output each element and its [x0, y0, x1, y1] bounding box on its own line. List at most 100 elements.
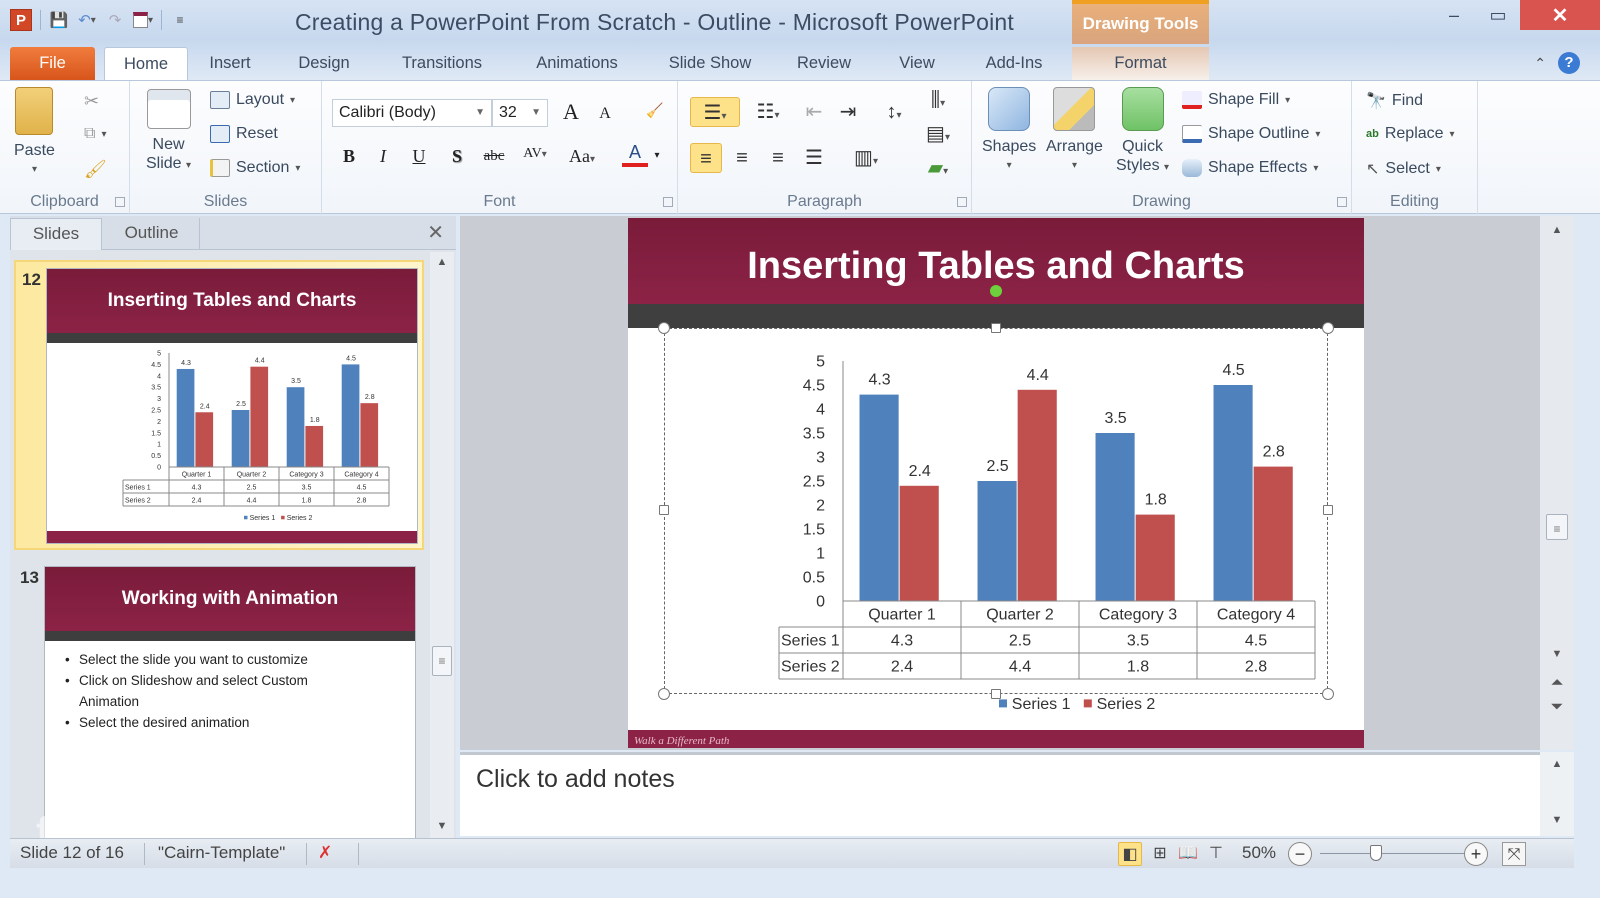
font-name-combo[interactable]: Calibri (Body) ▼: [332, 99, 492, 127]
grow-font-button[interactable]: A: [558, 99, 584, 125]
decrease-indent-button[interactable]: ⇤: [798, 97, 830, 127]
slide-layout-icon[interactable]: ▾: [133, 10, 153, 30]
scroll-thumb[interactable]: ≡: [432, 646, 452, 676]
font-size-combo[interactable]: 32 ▼: [492, 99, 548, 127]
drawing-dialog-launcher[interactable]: [1337, 197, 1347, 207]
help-icon[interactable]: ?: [1558, 52, 1580, 74]
line-spacing-button[interactable]: ↕▾: [874, 97, 914, 127]
scroll-up-icon[interactable]: ▲: [430, 256, 454, 268]
font-color-dropdown-icon[interactable]: ▾: [650, 143, 664, 169]
layout-button[interactable]: Layout ▾: [210, 91, 295, 109]
paste-dropdown-icon[interactable]: ▾: [32, 160, 37, 179]
zoom-level[interactable]: 50%: [1242, 843, 1276, 863]
reading-view-button[interactable]: 📖: [1176, 842, 1200, 866]
new-slide-button[interactable]: New Slide ▾: [146, 89, 191, 175]
character-spacing-button[interactable]: AV▾: [518, 141, 552, 167]
replace-button[interactable]: ab Replace ▾: [1366, 125, 1455, 143]
shapes-button[interactable]: Shapes ▾: [982, 87, 1036, 175]
columns-button[interactable]: ▥▾: [846, 143, 886, 173]
previous-slide-icon[interactable]: ⏶: [1540, 674, 1574, 691]
format-painter-button[interactable]: 🖌: [84, 159, 107, 180]
powerpoint-app-icon[interactable]: P: [10, 9, 32, 31]
resize-handle-e[interactable]: [1323, 505, 1333, 515]
paste-button[interactable]: Paste ▾: [14, 87, 55, 179]
tab-home[interactable]: Home: [104, 47, 188, 80]
cut-button[interactable]: ✂: [84, 91, 99, 112]
close-pane-icon[interactable]: ✕: [427, 220, 444, 245]
notes-scrollbar[interactable]: ▲ ▼: [1540, 752, 1574, 836]
tab-insert[interactable]: Insert: [200, 47, 260, 80]
slide-sorter-button[interactable]: ⊞: [1148, 842, 1172, 866]
slide-scrollbar[interactable]: ▲ ≡ ▼ ⏶ ⏷: [1540, 216, 1574, 750]
reset-button[interactable]: Reset: [210, 125, 278, 143]
resize-handle-se[interactable]: [1322, 688, 1334, 700]
chart[interactable]: 0 0.5 1 1.5 2 2.5 3 3.5 4 4.5 5 4.3 2.4 2.5 4.4 3.5 1.8 4…: [665, 329, 1329, 719]
scroll-thumb[interactable]: ≡: [1546, 514, 1568, 540]
select-button[interactable]: ↖ Select ▾: [1366, 159, 1441, 179]
maximize-button[interactable]: ▭: [1476, 0, 1520, 30]
paragraph-dialog-launcher[interactable]: [957, 197, 967, 207]
shape-fill-button[interactable]: Shape Fill ▾: [1182, 91, 1290, 109]
scroll-up-icon[interactable]: ▲: [1540, 758, 1574, 770]
theme-name[interactable]: "Cairn-Template": [158, 843, 285, 863]
underline-button[interactable]: U: [406, 143, 432, 169]
customize-toolbar-icon[interactable]: ≡: [170, 10, 190, 30]
align-right-button[interactable]: ≡: [762, 143, 794, 173]
notes-placeholder[interactable]: Click to add notes: [476, 765, 675, 794]
tab-format[interactable]: Format: [1072, 47, 1209, 80]
tab-slides[interactable]: Slides: [10, 218, 102, 250]
scroll-down-icon[interactable]: ▼: [1540, 648, 1574, 660]
find-button[interactable]: 🔭 Find: [1366, 91, 1423, 111]
spell-check-icon[interactable]: ✗: [318, 843, 332, 863]
bullets-button[interactable]: ☰▾: [690, 97, 740, 127]
rotate-handle[interactable]: [990, 285, 1002, 297]
minimize-ribbon-icon[interactable]: ⌃: [1534, 55, 1546, 72]
slideshow-view-button[interactable]: ⊤: [1204, 842, 1228, 866]
zoom-slider[interactable]: [1320, 845, 1480, 861]
quick-styles-button[interactable]: Quick Styles ▾: [1116, 87, 1169, 177]
section-button[interactable]: Section ▾: [210, 159, 300, 177]
minimize-button[interactable]: –: [1432, 0, 1476, 30]
font-dialog-launcher[interactable]: [663, 197, 673, 207]
resize-handle-w[interactable]: [659, 505, 669, 515]
scroll-down-icon[interactable]: ▼: [1540, 814, 1574, 826]
slide-thumbnail-13[interactable]: 13 Working with Animation Select the sli…: [14, 560, 424, 838]
resize-handle-n[interactable]: [991, 323, 1001, 333]
resize-handle-nw[interactable]: [658, 322, 670, 334]
numbering-button[interactable]: ☷▾: [748, 97, 788, 127]
resize-handle-ne[interactable]: [1322, 322, 1334, 334]
next-slide-icon[interactable]: ⏷: [1540, 698, 1574, 715]
tab-animations[interactable]: Animations: [522, 47, 632, 80]
convert-smartart-button[interactable]: ▰▾: [918, 153, 958, 183]
scroll-down-icon[interactable]: ▼: [430, 820, 454, 832]
save-icon[interactable]: 💾: [49, 10, 69, 30]
zoom-in-button[interactable]: +: [1464, 842, 1488, 866]
normal-view-button[interactable]: ◧: [1118, 842, 1142, 866]
tab-add-ins[interactable]: Add-Ins: [976, 47, 1052, 80]
increase-indent-button[interactable]: ⇥: [832, 97, 864, 127]
notes-pane[interactable]: Click to add notes: [460, 752, 1540, 836]
slide-thumbnail-12[interactable]: 12 Inserting Tables and Charts 0 0.5 1 1.5 2…: [14, 260, 424, 550]
tab-review[interactable]: Review: [790, 47, 858, 80]
tab-outline[interactable]: Outline: [104, 218, 200, 250]
clipboard-dialog-launcher[interactable]: [115, 197, 125, 207]
align-left-button[interactable]: ≡: [690, 143, 722, 173]
italic-button[interactable]: I: [370, 143, 396, 169]
tab-file[interactable]: File: [10, 47, 95, 80]
thumbnails-scrollbar[interactable]: ▲ ≡ ▼: [430, 252, 454, 838]
resize-handle-sw[interactable]: [658, 688, 670, 700]
align-center-button[interactable]: ≡: [726, 143, 758, 173]
tab-slide-show[interactable]: Slide Show: [660, 47, 760, 80]
shrink-font-button[interactable]: A: [592, 101, 618, 127]
tab-transitions[interactable]: Transitions: [392, 47, 492, 80]
redo-icon[interactable]: ↷: [105, 10, 125, 30]
scroll-up-icon[interactable]: ▲: [1540, 224, 1574, 236]
undo-icon[interactable]: ↶ ▾: [77, 10, 97, 30]
shadow-button[interactable]: S: [444, 143, 470, 169]
strikethrough-button[interactable]: abc: [478, 143, 510, 169]
tab-design[interactable]: Design: [292, 47, 356, 80]
zoom-slider-handle[interactable]: [1370, 845, 1382, 861]
zoom-out-button[interactable]: −: [1288, 842, 1312, 866]
clear-formatting-icon[interactable]: 🧹: [642, 99, 668, 125]
close-button[interactable]: ✕: [1520, 0, 1600, 30]
